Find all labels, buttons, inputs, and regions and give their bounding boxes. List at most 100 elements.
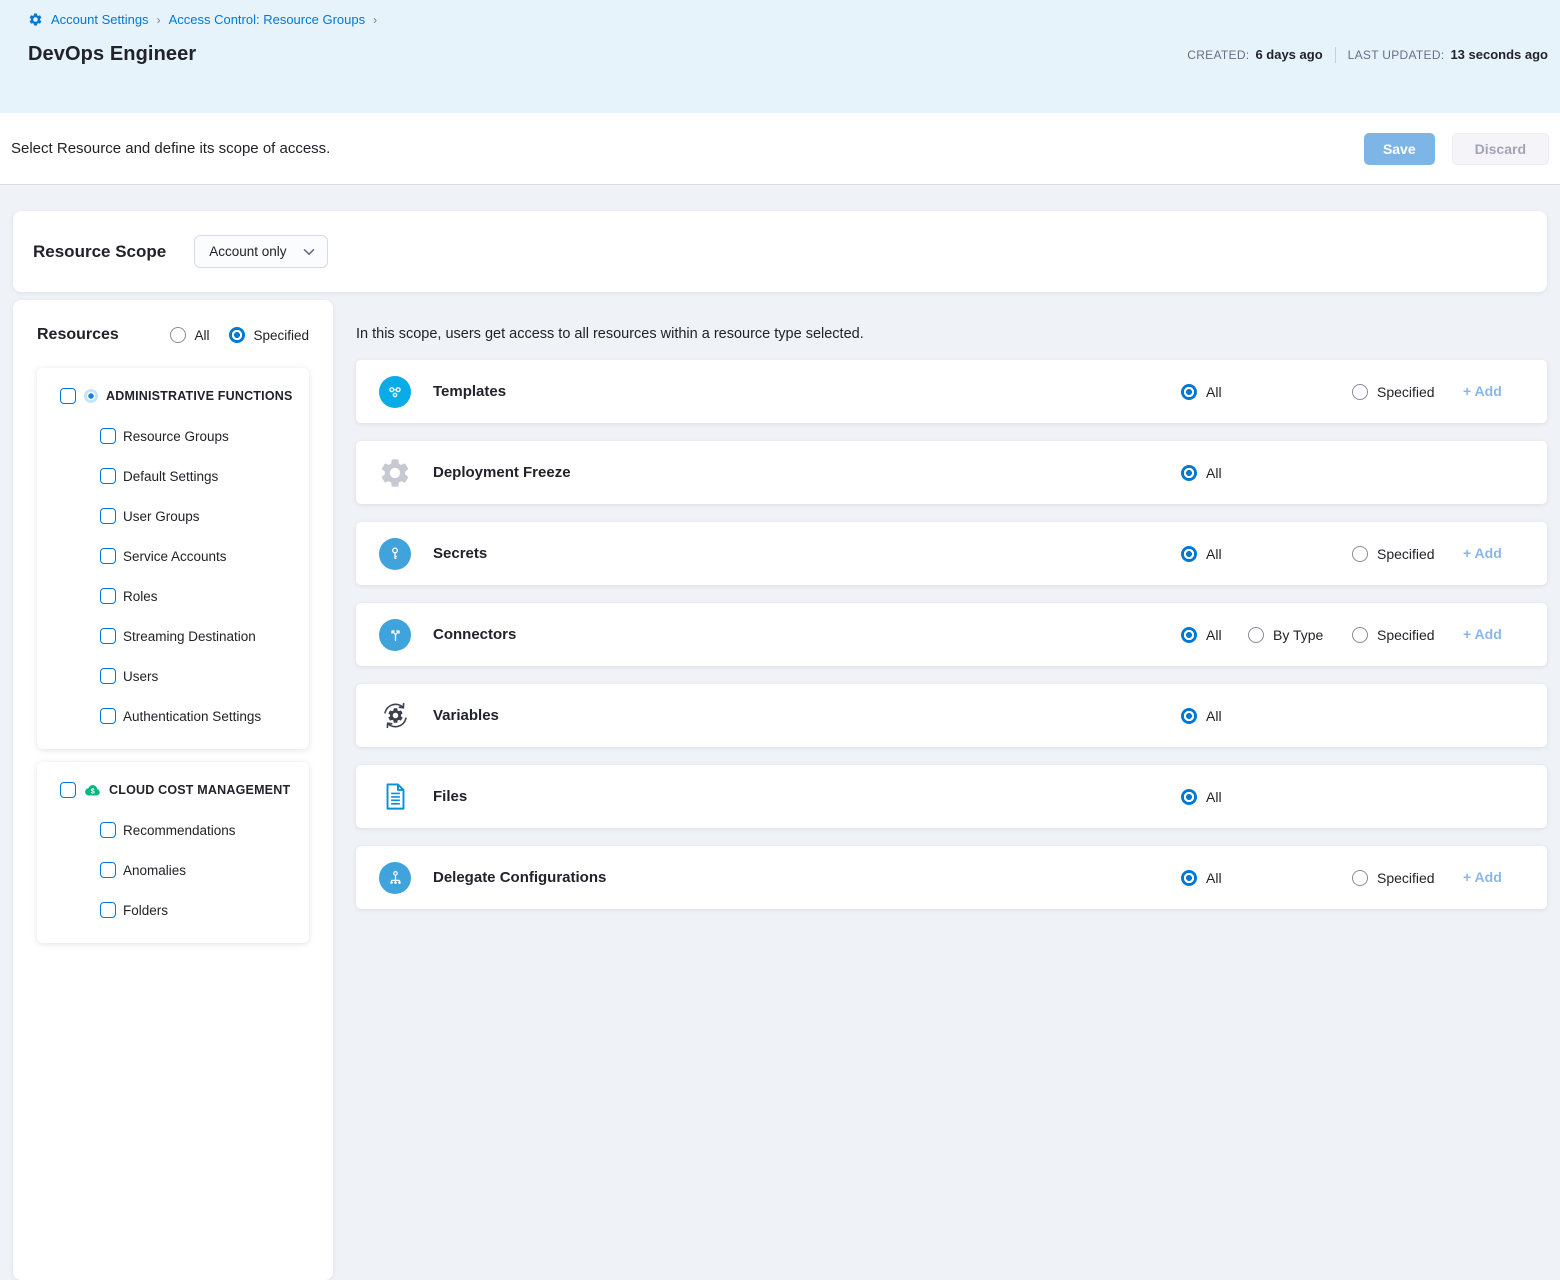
checkbox[interactable]	[100, 468, 116, 484]
scope-option-label: All	[1206, 465, 1222, 481]
sidebar-resource-item[interactable]: Users	[37, 656, 309, 696]
resource-type-title: Variables	[433, 707, 499, 724]
add-button[interactable]: + Add	[1463, 869, 1502, 885]
scope-description: In this scope, users get access to all r…	[356, 326, 1547, 342]
checkbox[interactable]	[100, 508, 116, 524]
last-updated-label: LAST UPDATED:	[1348, 48, 1445, 62]
radio-selected[interactable]	[1181, 627, 1197, 643]
resource-scope-selected: Account only	[209, 244, 286, 259]
checkbox[interactable]	[100, 902, 116, 918]
scope-option[interactable]: By Type	[1248, 627, 1352, 643]
sidebar-resource-item[interactable]: User Groups	[37, 496, 309, 536]
radio-selected[interactable]	[1181, 708, 1197, 724]
resource-group-label: CLOUD COST MANAGEMENT	[109, 783, 290, 797]
scope-option-label: By Type	[1273, 627, 1323, 643]
checkbox[interactable]	[100, 668, 116, 684]
breadcrumb-resource-groups[interactable]: Access Control: Resource Groups	[169, 12, 366, 27]
scope-option-specified: Specified	[1352, 546, 1463, 562]
resources-mode-specified[interactable]: Specified	[229, 327, 309, 343]
checkbox[interactable]	[100, 548, 116, 564]
sidebar-resource-item[interactable]: Recommendations	[37, 810, 309, 850]
resource-scope-panel: Resource Scope Account only	[13, 211, 1547, 292]
scope-option-all: All	[1181, 789, 1248, 805]
checkbox[interactable]	[100, 428, 116, 444]
radio-selected[interactable]	[1181, 465, 1197, 481]
radio-unselected[interactable]	[1248, 627, 1264, 643]
sidebar-resource-item[interactable]: Resource Groups	[37, 416, 309, 456]
scope-option-all: All	[1181, 384, 1248, 400]
scope-option-label: All	[1206, 789, 1222, 805]
created-value: 6 days ago	[1255, 47, 1322, 62]
sidebar-resource-item[interactable]: Folders	[37, 890, 309, 930]
page-header: Account Settings › Access Control: Resou…	[0, 0, 1560, 113]
radio-selected[interactable]	[1181, 870, 1197, 886]
add-button[interactable]: + Add	[1463, 545, 1502, 561]
resources-mode-all-label: All	[194, 328, 209, 343]
scope-option-all: All	[1181, 708, 1248, 724]
radio-unselected[interactable]	[1352, 627, 1368, 643]
sidebar-resource-item[interactable]: Streaming Destination	[37, 616, 309, 656]
scope-option[interactable]: All	[1181, 870, 1248, 886]
checkbox[interactable]	[100, 862, 116, 878]
checkbox[interactable]	[100, 588, 116, 604]
radio-selected[interactable]	[1181, 384, 1197, 400]
scope-option[interactable]: Specified	[1352, 384, 1463, 400]
resource-type-title: Delegate Configurations	[433, 869, 606, 886]
resource-scope-dropdown[interactable]: Account only	[194, 235, 327, 268]
radio-all[interactable]	[170, 327, 186, 343]
discard-button[interactable]: Discard	[1452, 133, 1549, 165]
checkbox[interactable]	[60, 388, 76, 404]
cloud-cost-icon: $	[84, 783, 101, 798]
add-button[interactable]: + Add	[1463, 626, 1502, 642]
radio-unselected[interactable]	[1352, 546, 1368, 562]
files-icon	[377, 780, 413, 813]
add-button[interactable]: + Add	[1463, 383, 1502, 399]
scope-option[interactable]: Specified	[1352, 627, 1463, 643]
sidebar-resource-item[interactable]: Service Accounts	[37, 536, 309, 576]
resource-type-row: TemplatesAllSpecified+ Add	[356, 360, 1547, 423]
resource-type-row: Delegate Configurations All Specified+ Add	[356, 846, 1547, 909]
radio-selected[interactable]	[1181, 789, 1197, 805]
radio-unselected[interactable]	[1352, 384, 1368, 400]
scope-option[interactable]: All	[1181, 384, 1248, 400]
admin-functions-icon	[84, 389, 98, 403]
scope-option-label: All	[1206, 870, 1222, 886]
scope-option[interactable]: Specified	[1352, 870, 1463, 886]
breadcrumb-account-settings[interactable]: Account Settings	[51, 12, 149, 27]
checkbox[interactable]	[100, 822, 116, 838]
radio-specified[interactable]	[229, 327, 245, 343]
scope-option[interactable]: All	[1181, 546, 1248, 562]
save-button[interactable]: Save	[1364, 133, 1435, 165]
scope-options: All	[1181, 465, 1509, 481]
checkbox[interactable]	[60, 782, 76, 798]
sidebar-resource-label: Service Accounts	[123, 549, 227, 564]
secrets-icon	[377, 538, 413, 570]
scope-options: All By Type Specified+ Add	[1181, 626, 1509, 644]
sidebar-resource-label: Roles	[123, 589, 158, 604]
scope-option-by-type: By Type	[1248, 627, 1352, 643]
add-cell: + Add	[1463, 626, 1509, 644]
main-column: In this scope, users get access to all r…	[356, 300, 1547, 909]
scope-option-label: All	[1206, 546, 1222, 562]
checkbox[interactable]	[100, 628, 116, 644]
sidebar-resource-item[interactable]: Anomalies	[37, 850, 309, 890]
resource-type-title: Deployment Freeze	[433, 464, 571, 481]
title-row: DevOps Engineer CREATED: 6 days ago LAST…	[28, 43, 1548, 66]
content-columns: Resources All Specified ADMINISTRATIVE F…	[0, 292, 1560, 1280]
sidebar-resource-item[interactable]: Authentication Settings	[37, 696, 309, 736]
checkbox[interactable]	[100, 708, 116, 724]
scope-option[interactable]: All	[1181, 627, 1248, 643]
scope-option[interactable]: All	[1181, 789, 1248, 805]
scope-option[interactable]: Specified	[1352, 546, 1463, 562]
sidebar-resource-item[interactable]: Default Settings	[37, 456, 309, 496]
sidebar-resource-label: Anomalies	[123, 863, 186, 878]
scope-option[interactable]: All	[1181, 708, 1248, 724]
scope-option-label: All	[1206, 708, 1222, 724]
resources-mode-all[interactable]: All	[170, 327, 209, 343]
scope-option[interactable]: All	[1181, 465, 1248, 481]
chevron-right-icon: ›	[373, 13, 377, 27]
radio-selected[interactable]	[1181, 546, 1197, 562]
scope-option-all: All	[1181, 465, 1248, 481]
radio-unselected[interactable]	[1352, 870, 1368, 886]
sidebar-resource-item[interactable]: Roles	[37, 576, 309, 616]
